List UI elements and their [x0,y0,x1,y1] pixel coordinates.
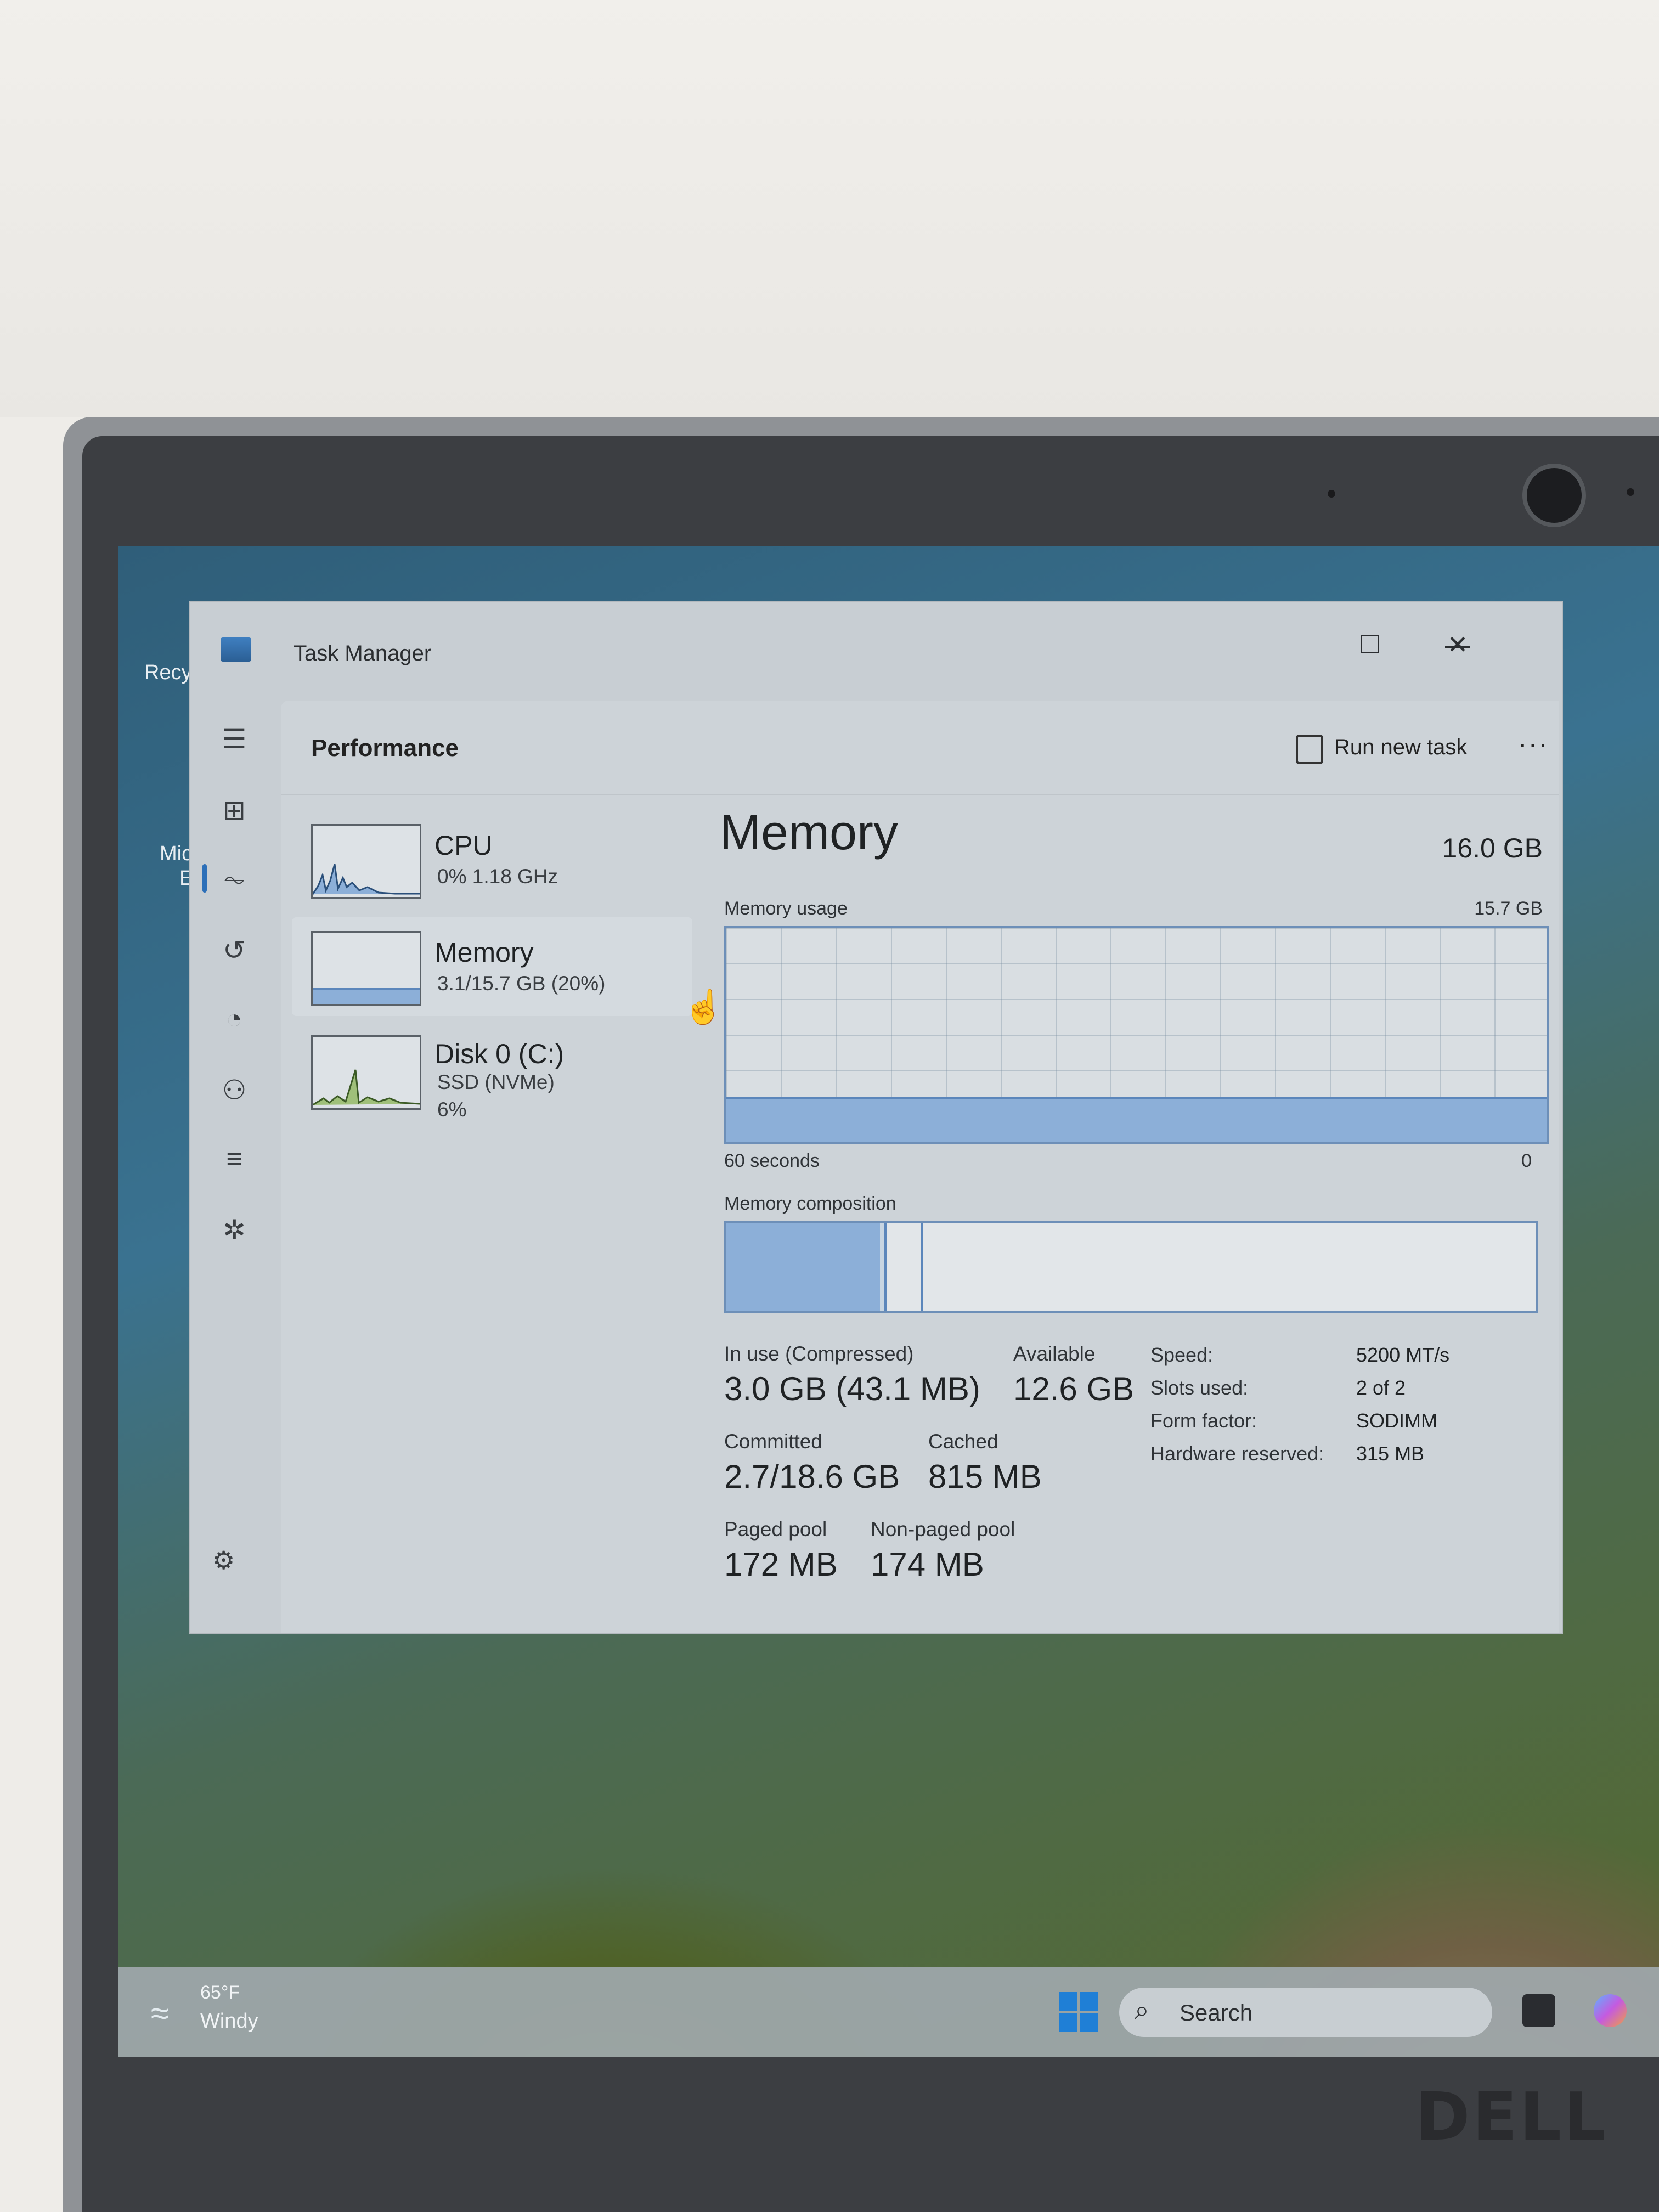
nonpaged-pool-label: Non-paged pool [871,1518,1015,1541]
close-button[interactable]: ✕ [1419,623,1496,667]
cached-label: Cached [928,1430,998,1453]
in-use-label: In use (Compressed) [724,1342,914,1365]
resource-sub: 0% 1.18 GHz [437,865,558,888]
memory-thumbnail-graph [311,931,421,1006]
speed-value: 5200 MT/s [1356,1344,1450,1366]
run-new-task-label: Run new task [1334,735,1468,759]
hardware-reserved-value: 315 MB [1356,1442,1425,1465]
nonpaged-pool-value: 174 MB [871,1546,984,1583]
sensor-dot [1328,490,1335,498]
sensor-dot [1627,488,1634,496]
available-label: Available [1013,1342,1096,1365]
committed-label: Committed [724,1430,822,1453]
copilot-icon[interactable] [1594,1994,1627,2027]
content-pane: Performance Run new task ··· CPU 0% 1.18… [281,701,1559,1633]
speed-label: Speed: [1150,1344,1214,1366]
composition-label: Memory composition [724,1193,896,1214]
cpu-sparkline [313,864,420,895]
form-factor-label: Form factor: [1150,1409,1257,1432]
run-task-icon [1296,735,1323,764]
disk-sparkline [313,1069,420,1106]
webcam [1522,464,1586,527]
services-icon[interactable]: ✲ [212,1208,256,1252]
task-manager-window: Task Manager — ☐ ✕ ☰ ⊞ ⏦ ↺ ◔ ⚇ ≡ ✲ ⚙ Per… [189,601,1563,1634]
more-options-button[interactable]: ··· [1518,728,1549,760]
resource-item-cpu[interactable]: CPU 0% 1.18 GHz [292,810,692,909]
windows-logo-tile [1080,1992,1098,2011]
paged-pool-label: Paged pool [724,1518,827,1541]
screen: Recy Mic E Task Manager — ☐ ✕ ☰ ⊞ ⏦ ↺ ◔ … [118,546,1659,2057]
paged-pool-value: 172 MB [724,1546,838,1583]
run-new-task-button[interactable]: Run new task [1290,728,1467,766]
hardware-reserved-label: Hardware reserved: [1150,1442,1324,1465]
resource-name: CPU [435,830,493,861]
windows-logo-tile [1059,2013,1077,2032]
nav-rail: ☰ ⊞ ⏦ ↺ ◔ ⚇ ≡ ✲ ⚙ [190,690,275,1633]
resource-sub-2: 6% [437,1098,467,1121]
page-header: Performance Run new task ··· [281,701,1559,795]
axis-right-label: 0 [1521,1150,1532,1171]
committed-value: 2.7/18.6 GB [724,1458,900,1495]
composition-standby [884,1223,923,1311]
memory-usage-graph [724,926,1549,1144]
composition-in-use [726,1223,883,1311]
resource-sub: 3.1/15.7 GB (20%) [437,972,606,995]
task-manager-app-icon [221,637,251,662]
form-factor-value: SODIMM [1356,1409,1437,1432]
page-title: Performance [311,735,459,761]
startup-apps-icon[interactable]: ◔ [212,997,256,1041]
hamburger-icon[interactable]: ☰ [212,717,256,761]
hand-cursor-icon: ☝ [683,989,724,1025]
wind-icon[interactable]: ≈ [151,1994,169,2032]
task-view-icon[interactable] [1522,1994,1555,2027]
background-wall [0,0,1659,417]
maximize-button[interactable]: ☐ [1331,623,1408,667]
dell-logo: DELL [1415,2079,1608,2155]
app-history-icon[interactable]: ↺ [212,928,256,972]
search-placeholder: Search [1180,2000,1253,2025]
weather-temperature[interactable]: 65°F [200,1982,240,2004]
resource-sub: SSD (NVMe) [437,1071,555,1093]
cached-value: 815 MB [928,1458,1042,1495]
details-icon[interactable]: ≡ [212,1137,256,1181]
cpu-thumbnail-graph [311,824,421,899]
desktop-icon-edge[interactable]: Mic [160,842,192,866]
resource-name: Disk 0 (C:) [435,1039,565,1069]
slots-label: Slots used: [1150,1376,1249,1399]
window-title: Task Manager [294,641,432,665]
available-value: 12.6 GB [1013,1370,1135,1407]
memory-composition-bar [724,1221,1538,1313]
slots-value: 2 of 2 [1356,1376,1406,1399]
desktop-icon-recycle-bin[interactable]: Recy [144,661,192,685]
windows-logo-tile [1080,2013,1098,2032]
performance-icon[interactable]: ⏦ [212,857,256,901]
memory-thumb-fill [313,988,420,1004]
usage-label: Memory usage [724,898,848,919]
resource-item-memory[interactable]: Memory 3.1/15.7 GB (20%) [292,917,692,1016]
taskbar: ≈ 65°F Windy ⌕ Search [118,1967,1659,2057]
start-button[interactable] [1059,1992,1099,2033]
weather-condition[interactable]: Windy [200,2010,258,2033]
memory-usage-fill [726,1097,1547,1142]
users-icon[interactable]: ⚇ [212,1068,256,1112]
resource-item-disk[interactable]: Disk 0 (C:) SSD (NVMe) 6% [292,1024,692,1123]
windows-logo-tile [1059,1992,1077,2011]
title-bar[interactable]: Task Manager — ☐ ✕ [190,602,1562,690]
active-indicator [202,864,207,893]
disk-thumbnail-graph [311,1035,421,1110]
search-icon: ⌕ [1135,1996,1149,2025]
taskbar-search[interactable]: ⌕ Search [1119,1988,1492,2037]
axis-left-label: 60 seconds [724,1150,820,1171]
usage-max: 15.7 GB [1474,898,1543,919]
in-use-value: 3.0 GB (43.1 MB) [724,1370,980,1407]
memory-total: 16.0 GB [1442,833,1543,864]
processes-icon[interactable]: ⊞ [212,788,256,832]
settings-icon[interactable]: ⚙ [212,1545,235,1575]
detail-title: Memory [720,805,899,860]
resource-name: Memory [435,937,534,968]
